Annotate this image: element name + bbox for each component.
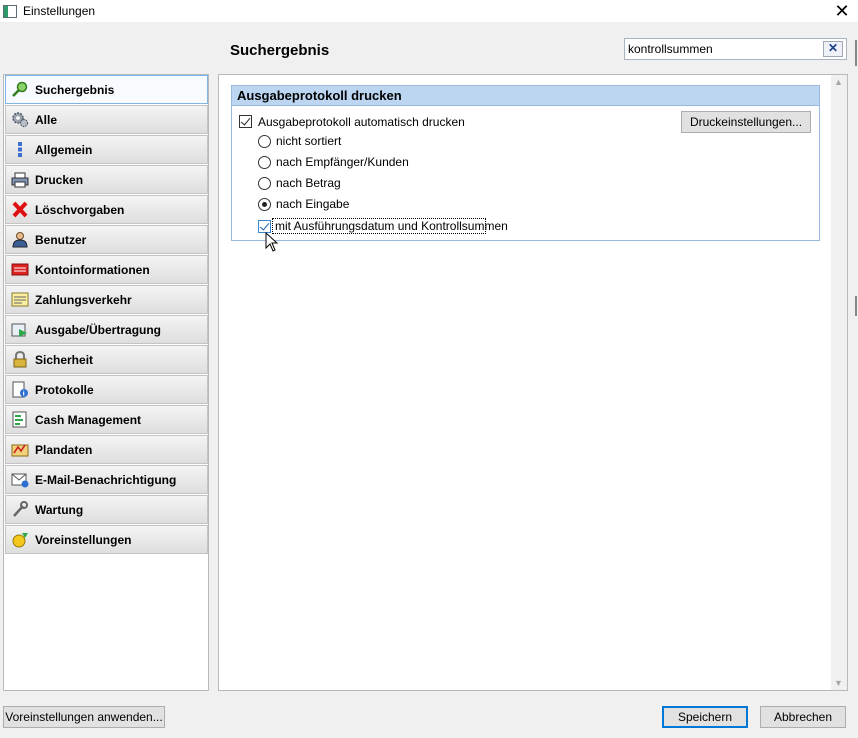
content-panel: Ausgabeprotokoll drucken Ausgabeprotokol… [218, 74, 848, 691]
sidebar-item-drucken[interactable]: Drucken [5, 165, 208, 194]
search-box: ✕ [624, 38, 847, 60]
svg-text:i: i [23, 391, 25, 398]
gear-icon [12, 112, 29, 128]
sort-option-label: nicht sortiert [276, 134, 342, 148]
sidebar-item-label: E-Mail-Benachrichtigung [35, 473, 177, 487]
auto-print-checkbox[interactable] [239, 115, 252, 128]
title-bar: Einstellungen ✕ [0, 0, 858, 23]
sidebar-item-sicherheit[interactable]: Sicherheit [5, 345, 208, 374]
preset-icon [12, 533, 28, 548]
clear-search-icon[interactable]: ✕ [823, 41, 843, 57]
sidebar-item-label: Wartung [35, 503, 84, 517]
section-title: Ausgabeprotokoll drucken [232, 86, 819, 106]
print-log-section: Ausgabeprotokoll drucken Ausgabeprotokol… [231, 85, 820, 241]
sidebar-item-cash-management[interactable]: Cash Management [5, 405, 208, 434]
sidebar-item-label: Benutzer [35, 233, 87, 247]
user-icon [12, 232, 28, 248]
sidebar-item-label: Ausgabe/Übertragung [35, 323, 162, 337]
with-date-label: mit Ausführungsdatum und Kontrollsummen [275, 219, 508, 233]
sidebar-item-label: Allgemein [35, 143, 93, 157]
sort-radio-unsorted[interactable] [258, 135, 271, 148]
cash-icon [12, 411, 27, 428]
mail-icon [11, 473, 29, 488]
sidebar-item-label: Suchergebnis [35, 83, 115, 97]
app-icon [3, 5, 17, 18]
printer-icon [11, 172, 29, 188]
log-icon: i [12, 381, 28, 398]
delete-x-icon [12, 201, 28, 218]
sidebar-item-voreinstellungen[interactable]: Voreinstellungen [5, 525, 208, 554]
sidebar-item-label: Cash Management [35, 413, 142, 427]
wrench-icon [13, 501, 28, 517]
transfer-icon [11, 323, 27, 337]
mouse-cursor-icon [265, 232, 279, 252]
sort-radio-input[interactable] [258, 198, 271, 211]
window-edge [855, 40, 857, 66]
sort-radio-recipient[interactable] [258, 156, 271, 169]
sidebar-item-label: Drucken [35, 173, 84, 187]
magnifier-icon [12, 81, 28, 97]
sidebar: Suchergebnis Alle Allgemein Drucken Lösc… [3, 74, 209, 691]
sidebar-item-label: Plandaten [35, 443, 93, 457]
sidebar-item-loeschvorgaben[interactable]: Löschvorgaben [5, 195, 208, 224]
window-edge [855, 296, 857, 316]
sidebar-item-suchergebnis[interactable]: Suchergebnis [5, 75, 208, 104]
window-title: Einstellungen [23, 4, 96, 18]
sidebar-item-label: Kontoinformationen [35, 263, 150, 277]
auto-print-label: Ausgabeprotokoll automatisch drucken [258, 115, 465, 129]
scroll-down-icon[interactable]: ▼ [834, 678, 843, 688]
sidebar-item-benutzer[interactable]: Benutzer [5, 225, 208, 254]
account-icon [11, 263, 29, 276]
vertical-scrollbar[interactable]: ▲ ▼ [831, 75, 847, 690]
sidebar-item-label: Voreinstellungen [35, 533, 132, 547]
sort-radio-amount[interactable] [258, 177, 271, 190]
search-input[interactable] [628, 41, 818, 57]
payment-icon [11, 292, 29, 307]
info-icon [18, 142, 22, 157]
sidebar-item-label: Zahlungsverkehr [35, 293, 132, 307]
sort-option-label: nach Betrag [276, 176, 341, 190]
sidebar-item-label: Protokolle [35, 383, 94, 397]
sidebar-item-label: Löschvorgaben [35, 203, 125, 217]
cancel-button[interactable]: Abbrechen [760, 706, 846, 728]
lock-icon [13, 351, 27, 368]
close-icon[interactable]: ✕ [832, 1, 852, 21]
page-title: Suchergebnis [230, 42, 330, 59]
sidebar-item-email-benachrichtigung[interactable]: E-Mail-Benachrichtigung [5, 465, 208, 494]
scroll-up-icon[interactable]: ▲ [834, 77, 843, 87]
sidebar-item-zahlungsverkehr[interactable]: Zahlungsverkehr [5, 285, 208, 314]
sort-option-label: nach Eingabe [276, 197, 350, 211]
sort-option-label: nach Empfänger/Kunden [276, 155, 409, 169]
print-settings-button[interactable]: Druckeinstellungen... [681, 111, 811, 133]
plan-icon [11, 444, 29, 457]
sidebar-item-plandaten[interactable]: Plandaten [5, 435, 208, 464]
sidebar-item-label: Sicherheit [35, 353, 94, 367]
sidebar-item-alle[interactable]: Alle [5, 105, 208, 134]
apply-defaults-button[interactable]: Voreinstellungen anwenden... [3, 706, 165, 728]
save-button[interactable]: Speichern [662, 706, 748, 728]
sidebar-item-ausgabe-uebertragung[interactable]: Ausgabe/Übertragung [5, 315, 208, 344]
sidebar-item-protokolle[interactable]: i Protokolle [5, 375, 208, 404]
sidebar-item-allgemein[interactable]: Allgemein [5, 135, 208, 164]
sidebar-item-wartung[interactable]: Wartung [5, 495, 208, 524]
sidebar-item-kontoinformationen[interactable]: Kontoinformationen [5, 255, 208, 284]
sidebar-item-label: Alle [35, 113, 58, 127]
